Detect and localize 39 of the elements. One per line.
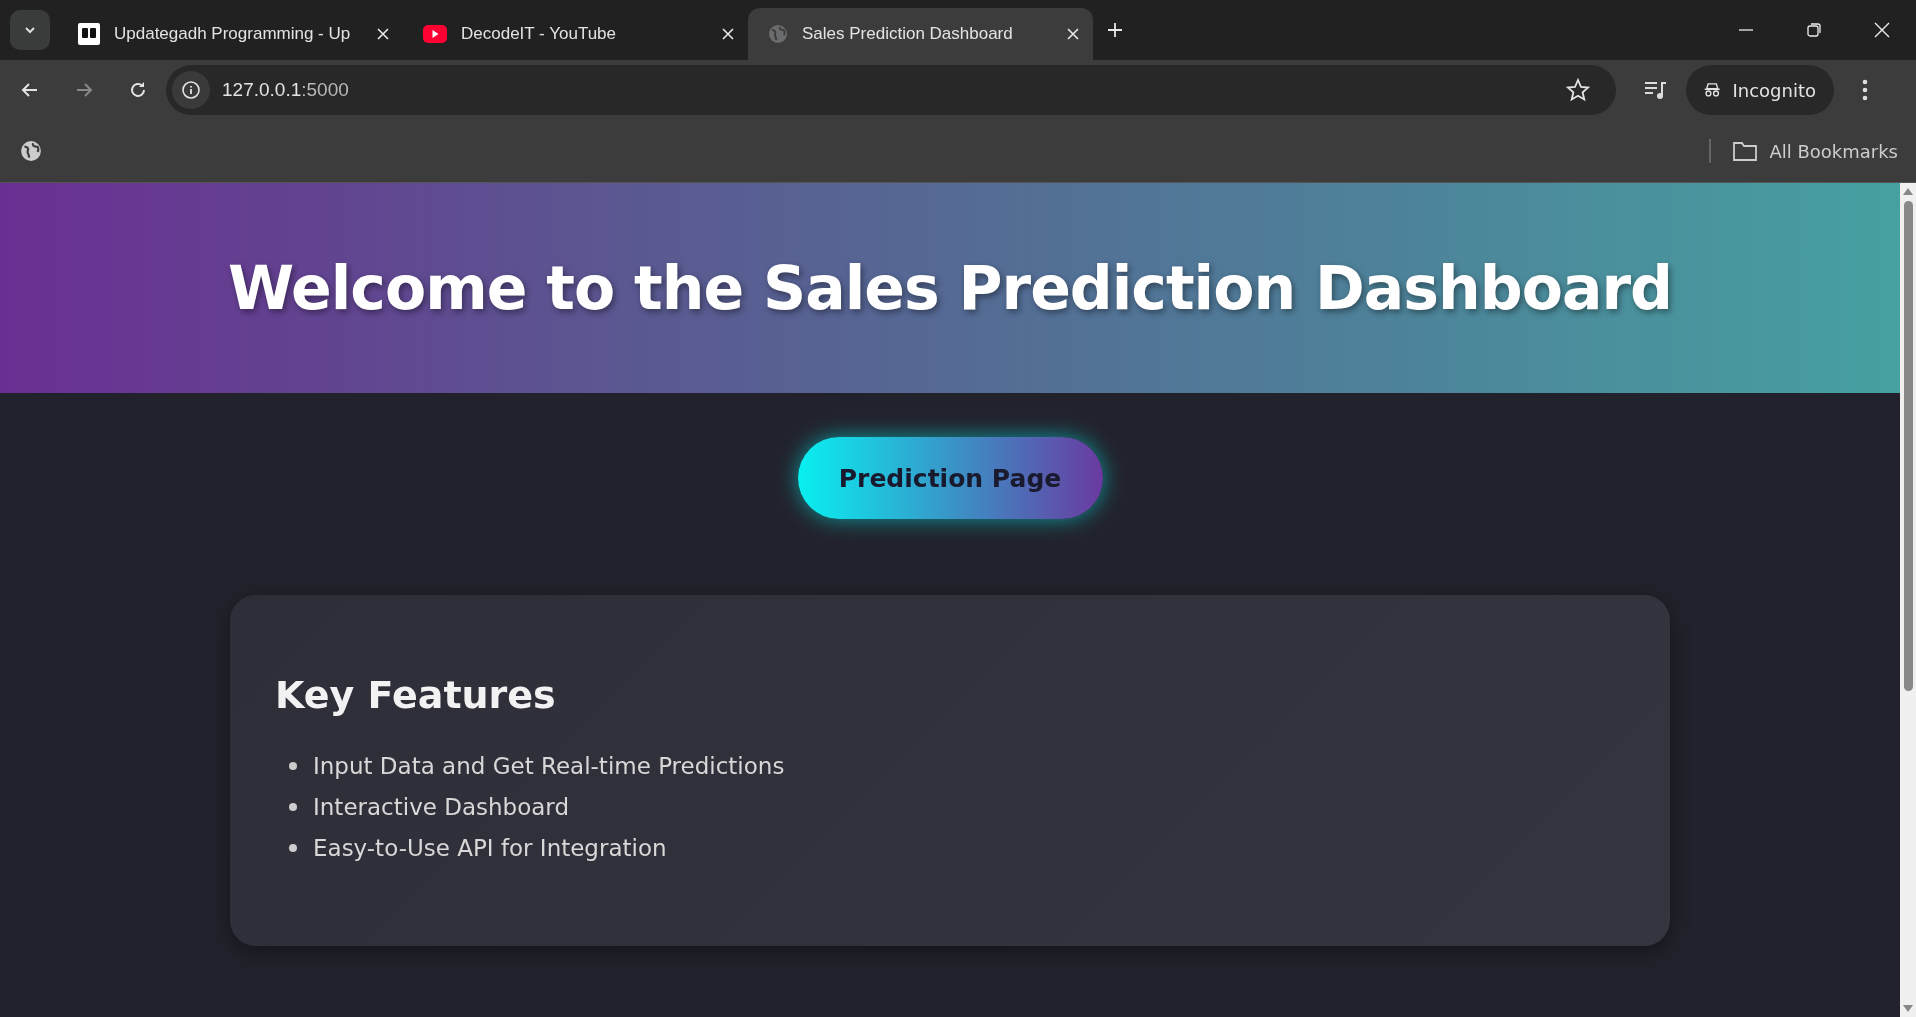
scrollbar-thumb[interactable] [1903,201,1913,691]
page-title: Welcome to the Sales Prediction Dashboard [228,253,1672,323]
all-bookmarks-button[interactable]: All Bookmarks [1733,140,1898,162]
feature-item: Easy-to-Use API for Integration [313,834,667,861]
bullet-icon [289,843,297,852]
reload-icon[interactable] [128,80,148,100]
browser-tab[interactable]: DecodeIT - YouTube [403,8,748,60]
close-icon[interactable] [377,28,389,40]
media-icon[interactable] [1644,79,1668,101]
tab-title: DecodeIT - YouTube [461,24,617,44]
prediction-page-button[interactable]: Prediction Page [797,437,1103,519]
play-icon [423,25,447,43]
info-icon[interactable] [172,71,210,109]
browser-tab[interactable]: Updategadh Programming - Up [58,8,403,60]
globe-icon [768,24,788,44]
restore-icon[interactable] [1806,22,1822,38]
close-icon[interactable] [722,28,734,40]
incognito-button[interactable]: Incognito [1686,65,1834,115]
address-bar[interactable]: 127.0.0.1:5000 [166,65,1616,115]
globe-icon[interactable] [20,140,42,162]
scroll-down-icon[interactable] [1903,1005,1913,1013]
bullet-icon [289,761,297,770]
browser-tab[interactable]: Sales Prediction Dashboard [748,8,1093,60]
star-icon[interactable] [1566,78,1590,102]
scroll-up-icon[interactable] [1903,187,1913,195]
features-heading: Key Features [275,673,557,717]
feature-item: Input Data and Get Real-time Predictions [313,752,785,779]
url-text: 127.0.0.1:5000 [222,79,349,101]
feature-item: Interactive Dashboard [313,793,569,820]
menu-icon[interactable] [1862,79,1868,101]
scrollbar[interactable] [1900,183,1916,1017]
new-tab-icon[interactable] [1107,22,1123,38]
close-icon[interactable] [1874,22,1890,38]
bullet-icon [289,802,297,811]
folder-icon [1733,141,1758,161]
tab-title: Sales Prediction Dashboard [802,24,1014,44]
close-icon[interactable] [1067,28,1079,40]
site-logo-icon [78,23,100,45]
tab-title: Updategadh Programming - Up [114,24,352,44]
